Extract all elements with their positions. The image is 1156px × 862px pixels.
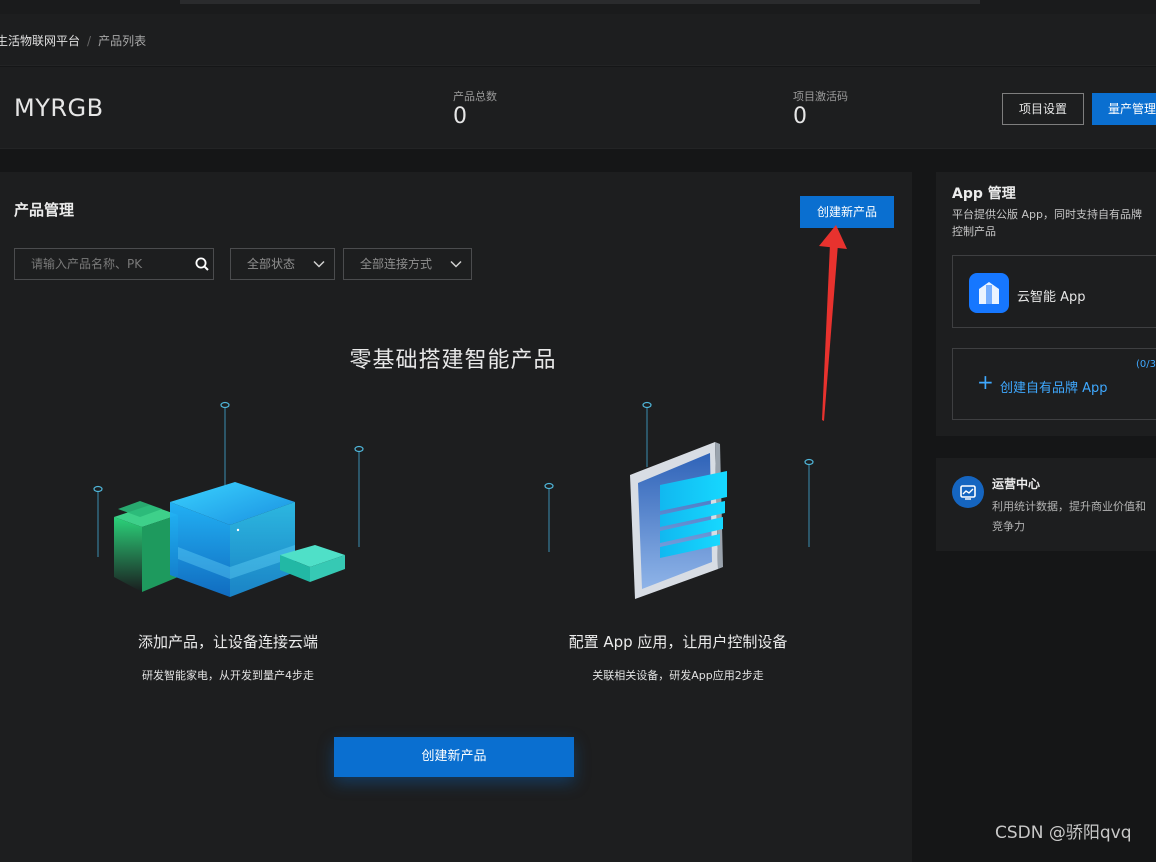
top-strip [0, 0, 1156, 14]
stat-value: 0 [453, 104, 467, 129]
stat-label: 产品总数 [453, 90, 497, 103]
product-management-panel: 产品管理 创建新产品 全部状态 全部连接方式 零基础搭建智能产品 [0, 172, 912, 862]
hero-title: 零基础搭建智能产品 [349, 348, 557, 373]
create-brand-app-label: 创建自有品牌 App [1000, 381, 1108, 396]
brand-app-count: (0/3 [1136, 359, 1156, 370]
stat-label: 项目激活码 [793, 90, 848, 103]
app-logo-icon [969, 273, 1009, 313]
operations-center-description: 利用统计数据，提升商业价值和 竞争力 [992, 497, 1156, 537]
operations-center-panel[interactable]: 运营中心 利用统计数据，提升商业价值和 竞争力 [936, 458, 1156, 551]
project-settings-button[interactable]: 项目设置 [1002, 93, 1084, 125]
plus-icon: + [977, 370, 994, 394]
connection-filter-value: 全部连接方式 [360, 257, 433, 271]
search-icon[interactable] [194, 256, 210, 272]
app-panel-title: App 管理 [952, 186, 1016, 202]
breadcrumb-separator: / [87, 34, 92, 48]
description-line: 利用统计数据，提升商业价值和 [992, 500, 1146, 513]
chevron-down-icon [313, 260, 325, 268]
operations-center-title: 运营中心 [992, 477, 1041, 491]
app-tablet-illustration [544, 401, 814, 599]
feature-subtitle: 研发智能家电，从开发到量产4步走 [142, 669, 314, 682]
stat-activation-code: 项目激活码 0 [793, 88, 848, 130]
description-line: 平台提供公版 App，同时支持自有品牌 [952, 208, 1142, 221]
description-line: 竞争力 [992, 520, 1025, 533]
app-management-panel: App 管理 平台提供公版 App，同时支持自有品牌 控制产品 云智能 App … [936, 172, 1156, 436]
status-filter-value: 全部状态 [247, 257, 296, 271]
description-line: 控制产品 [952, 225, 996, 238]
stat-value: 0 [793, 104, 807, 129]
stat-product-count: 产品总数 0 [453, 88, 497, 130]
create-brand-app-card[interactable]: + 创建自有品牌 App (0/3 [952, 348, 1156, 420]
mass-production-button[interactable]: 量产管理 [1092, 93, 1156, 125]
create-product-large-button[interactable]: 创建新产品 [334, 737, 574, 777]
status-filter-select[interactable]: 全部状态 [230, 248, 335, 280]
create-product-button[interactable]: 创建新产品 [800, 196, 894, 228]
feature-title: 添加产品，让设备连接云端 [137, 633, 318, 651]
cloud-cubes-illustration [93, 401, 364, 597]
breadcrumb-current: 产品列表 [98, 34, 147, 48]
connection-filter-select[interactable]: 全部连接方式 [343, 248, 472, 280]
analytics-icon [952, 476, 984, 508]
feature-title: 配置 App 应用，让用户控制设备 [568, 633, 788, 651]
feature-subtitle: 关联相关设备，研发App应用2步走 [592, 669, 764, 682]
project-title: MYRGB [14, 94, 104, 122]
public-app-card[interactable]: 云智能 App [952, 255, 1156, 328]
app-panel-description: 平台提供公版 App，同时支持自有品牌 控制产品 [952, 206, 1156, 240]
chevron-down-icon [450, 260, 462, 268]
breadcrumb: 生活物联网平台 / 产品列表 [0, 14, 1156, 66]
project-header: MYRGB 产品总数 0 项目激活码 0 项目设置 量产管理 [0, 67, 1156, 149]
panel-title: 产品管理 [14, 201, 75, 219]
public-app-name: 云智能 App [1017, 290, 1086, 305]
top-strip-segment [180, 0, 980, 4]
watermark: CSDN @骄阳qvq [995, 823, 1132, 843]
product-search [14, 248, 214, 280]
search-input[interactable] [15, 249, 191, 279]
breadcrumb-parent[interactable]: 生活物联网平台 [0, 34, 80, 48]
